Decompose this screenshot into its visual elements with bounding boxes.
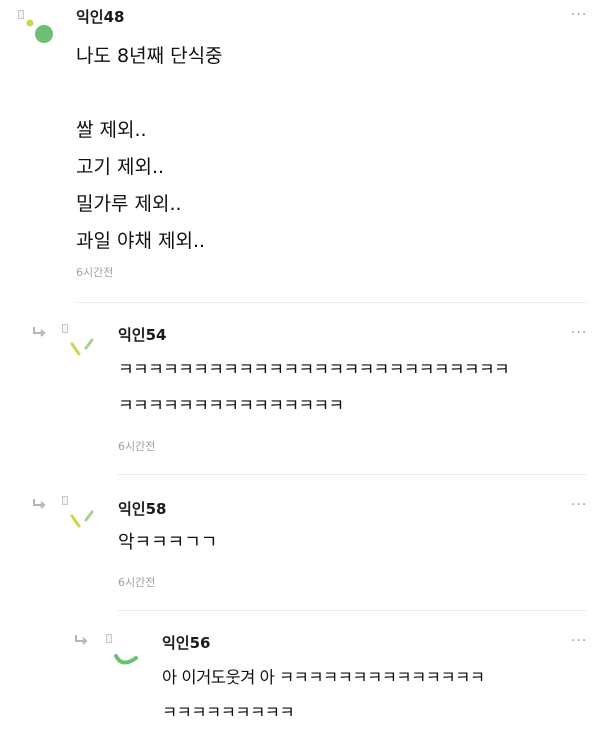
comment-text: 아 이거도웃겨 아 ㅋㅋㅋㅋㅋㅋㅋㅋㅋㅋㅋㅋㅋㅋ ㅋㅋㅋㅋㅋㅋㅋㅋㅋ <box>162 668 485 722</box>
reply-item: 익인54 ··· ㅋㅋㅋㅋㅋㅋㅋㅋㅋㅋㅋㅋㅋㅋㅋㅋㅋㅋㅋㅋㅋㅋㅋㅋㅋㅋ ㅋㅋㅋㅋ… <box>0 310 600 474</box>
comment-text: ㅋㅋㅋㅋㅋㅋㅋㅋㅋㅋㅋㅋㅋㅋㅋㅋㅋㅋㅋㅋㅋㅋㅋㅋㅋㅋ ㅋㅋㅋㅋㅋㅋㅋㅋㅋㅋㅋㅋㅋ… <box>118 360 510 416</box>
timestamp: 6시간전 <box>118 576 156 589</box>
comment-item: 익인48 ··· 나도 8년째 단식중 쌀 제외.. 고기 제외.. 밀가루 제… <box>0 0 600 302</box>
reply-item: 익인58 ··· 악ㅋㅋㅋㄱㄱ 6시간전 <box>0 482 600 610</box>
divider <box>118 610 586 611</box>
author-name[interactable]: 익인54 <box>118 324 166 345</box>
nested-reply-item: 익인56 ··· 아 이거도웃겨 아 ㅋㅋㅋㅋㅋㅋㅋㅋㅋㅋㅋㅋㅋㅋ ㅋㅋㅋㅋㅋㅋ… <box>0 618 600 754</box>
author-name[interactable]: 익인58 <box>118 498 166 519</box>
avatar <box>114 654 138 665</box>
reply-arrow-icon <box>75 635 88 645</box>
more-options-icon[interactable]: ··· <box>571 326 587 340</box>
comment-text: 악ㅋㅋㅋㄱㄱ <box>118 532 218 553</box>
author-name[interactable]: 익인56 <box>162 632 210 653</box>
author-name[interactable]: 익인48 <box>76 6 124 27</box>
reply-arrow-icon <box>33 499 46 509</box>
divider <box>76 302 586 303</box>
divider <box>118 474 586 475</box>
more-options-icon[interactable]: ··· <box>571 498 587 512</box>
timestamp: 6시간전 <box>76 266 114 279</box>
reply-arrow-icon <box>33 327 46 337</box>
avatar <box>70 338 94 356</box>
comment-text: 나도 8년째 단식중 쌀 제외.. 고기 제외.. 밀가루 제외.. 과일 야채… <box>76 45 223 252</box>
more-options-icon[interactable]: ··· <box>571 8 587 22</box>
timestamp: 6시간전 <box>118 440 156 453</box>
avatar <box>70 510 94 528</box>
avatar <box>26 19 53 43</box>
more-options-icon[interactable]: ··· <box>571 634 587 648</box>
